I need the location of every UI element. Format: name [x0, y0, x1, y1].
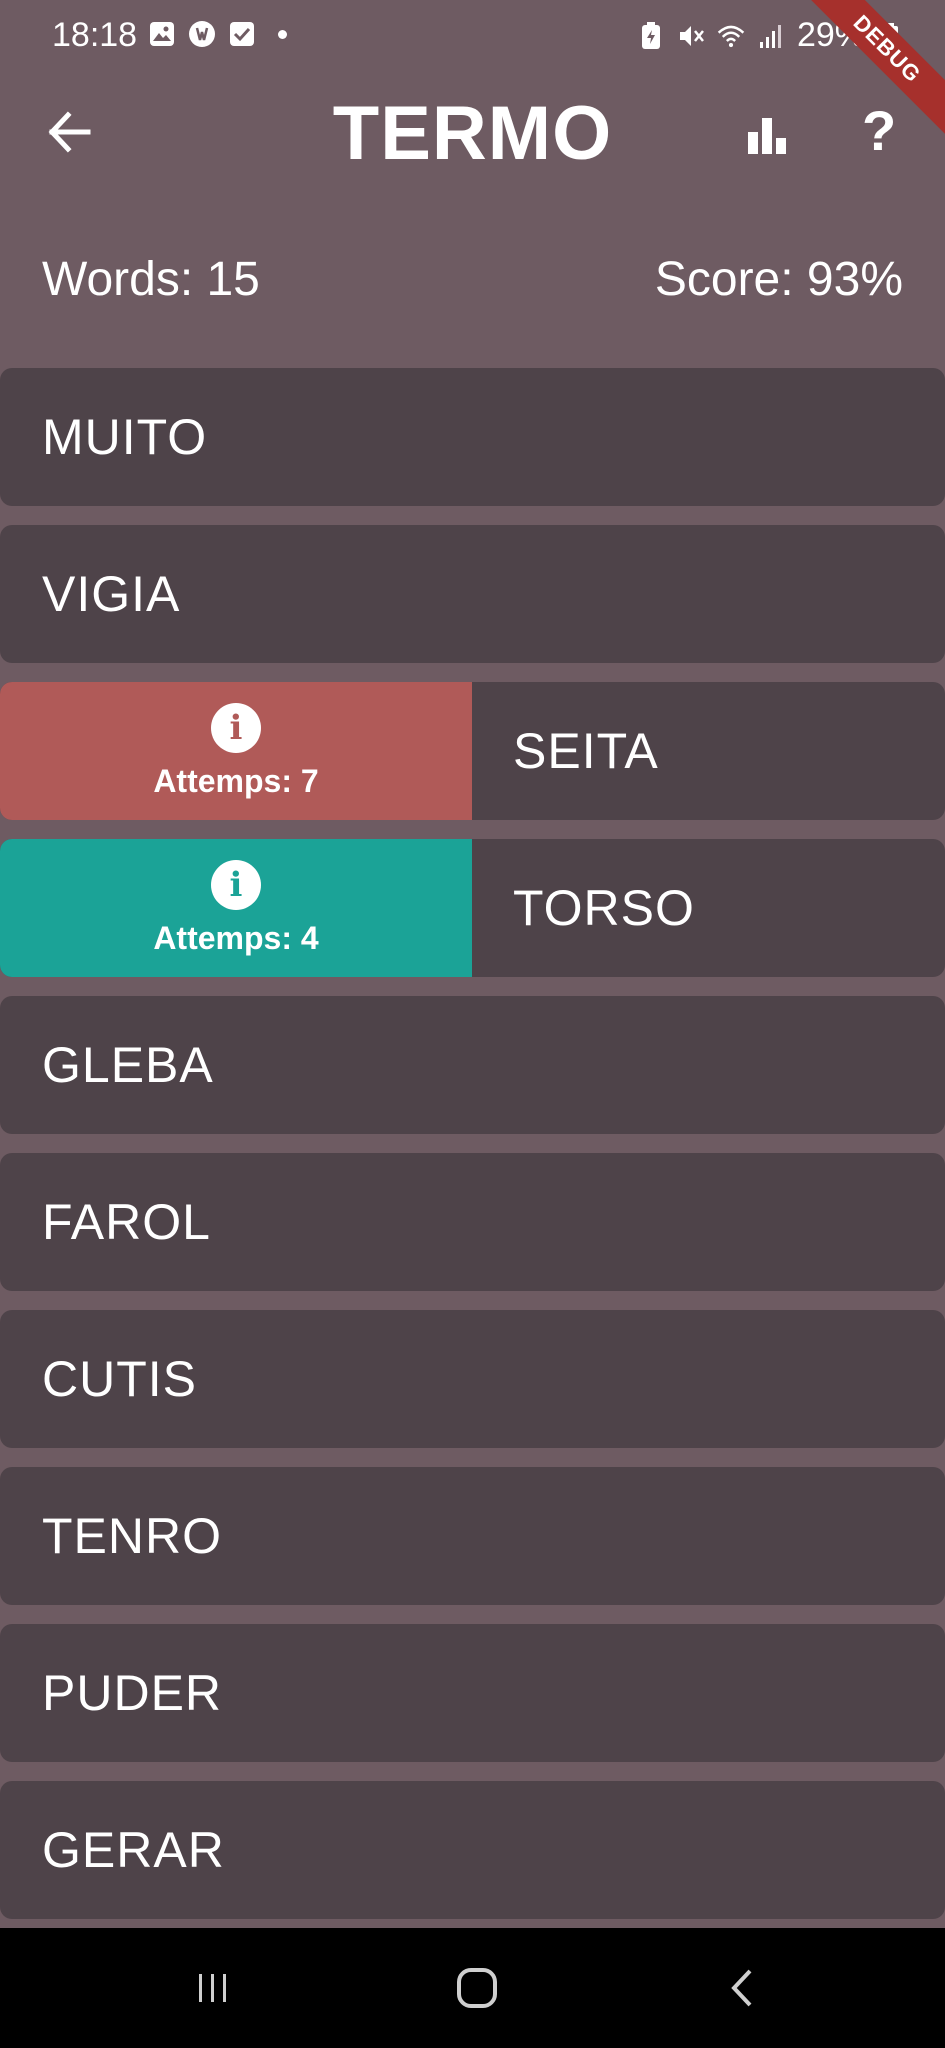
recent-apps-button[interactable]	[183, 1958, 243, 2018]
home-icon	[457, 1968, 497, 2008]
attempts-panel-failed[interactable]: i Attemps: 7	[0, 682, 472, 820]
word-row[interactable]: CUTIS	[0, 1310, 945, 1448]
statistics-button[interactable]	[740, 108, 796, 164]
status-left-icons	[148, 20, 287, 48]
summary: Words: 15 Score: 93%	[42, 252, 903, 312]
info-icon: i	[211, 859, 261, 910]
word-row[interactable]: i Attemps: 4 TORSO	[0, 839, 945, 977]
attempts-label: Attemps: 4	[153, 919, 319, 956]
word-row[interactable]: FAROL	[0, 1153, 945, 1291]
signal-icon	[757, 22, 785, 50]
word-row[interactable]: VIGIA	[0, 525, 945, 663]
word-label: GERAR	[42, 1822, 225, 1878]
app-bar: TERMO ?	[0, 80, 945, 190]
wifi-icon	[717, 22, 745, 50]
word-row[interactable]: i Attemps: 7 SEITA	[0, 682, 945, 820]
attempts-label: Attemps: 7	[153, 762, 319, 799]
word-label: FAROL	[42, 1194, 211, 1250]
word-row[interactable]: MUITO	[0, 368, 945, 506]
score-value: Score: 93%	[654, 253, 903, 306]
nav-back-button[interactable]	[712, 1958, 772, 2018]
image-icon	[148, 20, 176, 48]
help-button[interactable]: ?	[862, 98, 896, 163]
words-count: Words: 15	[42, 253, 260, 306]
word-row[interactable]: GERAR	[0, 1781, 945, 1919]
word-label: TENRO	[42, 1508, 222, 1564]
battery-saver-icon	[637, 21, 665, 50]
info-icon: i	[211, 702, 261, 753]
word-label: TORSO	[513, 880, 695, 936]
recent-apps-icon	[199, 1974, 226, 2002]
system-nav-bar	[0, 1928, 945, 2048]
word-label: GLEBA	[42, 1037, 214, 1093]
attempts-panel-solved[interactable]: i Attemps: 4	[0, 839, 472, 977]
home-button[interactable]	[447, 1958, 507, 2018]
mute-icon	[677, 22, 705, 50]
word-list: MUITO VIGIA i Attemps: 7 SEITA i Attemps…	[0, 368, 945, 1938]
page-title: TERMO	[332, 91, 613, 176]
status-bar: 18:18 29%	[0, 0, 945, 72]
word-label: SEITA	[513, 723, 659, 779]
status-time: 18:18	[52, 16, 138, 54]
word-label: MUITO	[42, 409, 208, 465]
screen: 18:18 29% DEBUG TERMO ? Words: 15 Score:…	[0, 0, 945, 2048]
word-label: VIGIA	[42, 566, 181, 622]
app-icon	[188, 20, 216, 48]
word-row[interactable]: GLEBA	[0, 996, 945, 1134]
word-row[interactable]: PUDER	[0, 1624, 945, 1762]
bar-chart-icon	[748, 118, 786, 154]
word-label: CUTIS	[42, 1351, 197, 1407]
word-label: PUDER	[42, 1665, 223, 1721]
back-icon	[731, 1969, 752, 2007]
notification-dot	[278, 29, 287, 39]
check-icon	[228, 20, 256, 48]
word-row[interactable]: TENRO	[0, 1467, 945, 1605]
